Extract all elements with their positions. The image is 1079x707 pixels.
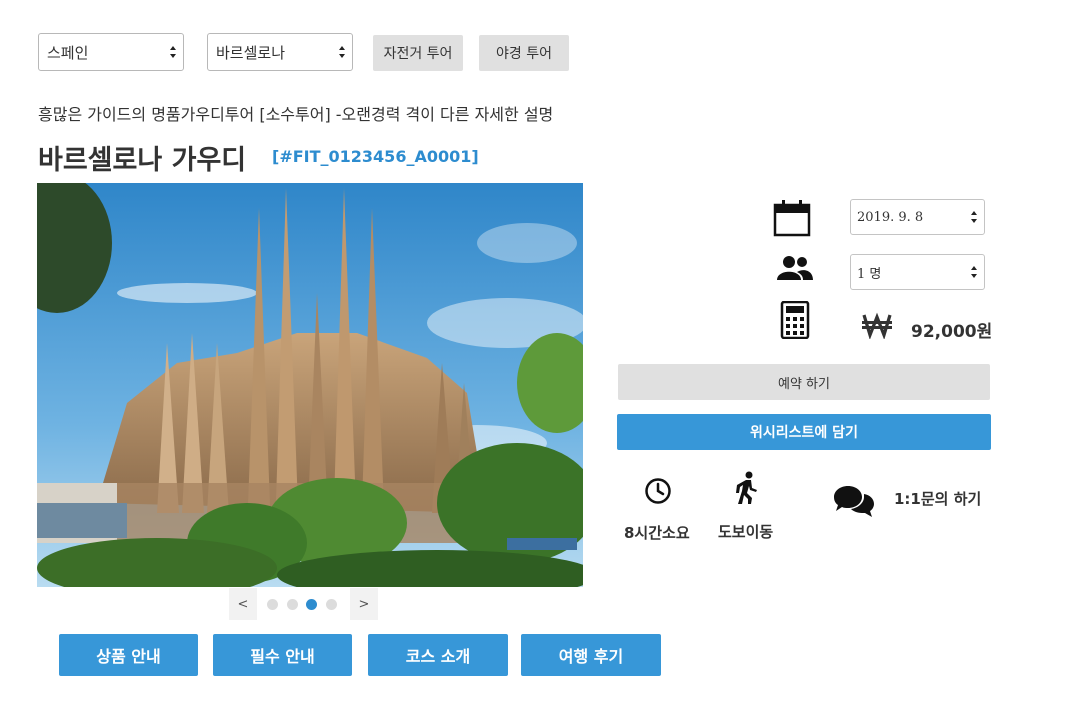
tab-reviews[interactable]: 여행 후기 bbox=[521, 634, 661, 676]
people-select-value: 1 명 bbox=[857, 266, 882, 282]
carousel-dot[interactable] bbox=[287, 599, 298, 610]
walking-icon bbox=[736, 471, 757, 504]
carousel-prev-button[interactable]: < bbox=[229, 588, 257, 620]
carousel-next-button[interactable]: > bbox=[350, 588, 378, 620]
product-code[interactable]: [#FIT_0123456_A0001] bbox=[272, 147, 479, 166]
calendar-icon bbox=[773, 200, 811, 237]
people-icon bbox=[777, 256, 813, 280]
date-select[interactable]: 2019. 9. 8 bbox=[850, 199, 985, 235]
chat-icon[interactable] bbox=[834, 484, 874, 518]
calculator-icon bbox=[780, 301, 810, 339]
select-arrows-icon bbox=[339, 46, 345, 58]
city-select-value: 바르셀로나 bbox=[216, 43, 286, 62]
product-photo bbox=[37, 183, 583, 587]
tab-product-info[interactable]: 상품 안내 bbox=[59, 634, 198, 676]
city-select[interactable]: 바르셀로나 bbox=[207, 33, 353, 71]
duration-label: 8시간소요 bbox=[624, 524, 690, 542]
wishlist-button[interactable]: 위시리스트에 담기 bbox=[617, 414, 991, 450]
people-select[interactable]: 1 명 bbox=[850, 254, 985, 290]
carousel-dot[interactable] bbox=[326, 599, 337, 610]
product-subtitle: 흥많은 가이드의 명품가우디투어 [소수투어] -오랜경력 격이 다른 자세한 … bbox=[38, 105, 554, 124]
clock-icon bbox=[645, 478, 671, 504]
inquiry-label[interactable]: 1:1문의 하기 bbox=[894, 488, 981, 509]
reserve-button[interactable]: 예약 하기 bbox=[618, 364, 990, 400]
night-tour-button[interactable]: 야경 투어 bbox=[479, 35, 569, 71]
product-title: 바르셀로나 가우디 bbox=[38, 145, 247, 176]
date-select-value: 2019. 9. 8 bbox=[857, 209, 924, 225]
tab-required-info[interactable]: 필수 안내 bbox=[213, 634, 352, 676]
transport-label: 도보이동 bbox=[718, 523, 774, 541]
carousel-dot[interactable] bbox=[267, 599, 278, 610]
bike-tour-button[interactable]: 자전거 투어 bbox=[373, 35, 463, 71]
sagrada-familia-image bbox=[37, 183, 583, 587]
select-arrows-icon bbox=[971, 266, 977, 278]
won-icon bbox=[862, 312, 892, 339]
price-value: 92,000원 bbox=[911, 322, 993, 342]
country-select[interactable]: 스페인 bbox=[38, 33, 184, 71]
carousel-dot-active[interactable] bbox=[306, 599, 317, 610]
tab-course[interactable]: 코스 소개 bbox=[368, 634, 508, 676]
select-arrows-icon bbox=[971, 211, 977, 223]
country-select-value: 스페인 bbox=[47, 43, 89, 62]
select-arrows-icon bbox=[170, 46, 176, 58]
